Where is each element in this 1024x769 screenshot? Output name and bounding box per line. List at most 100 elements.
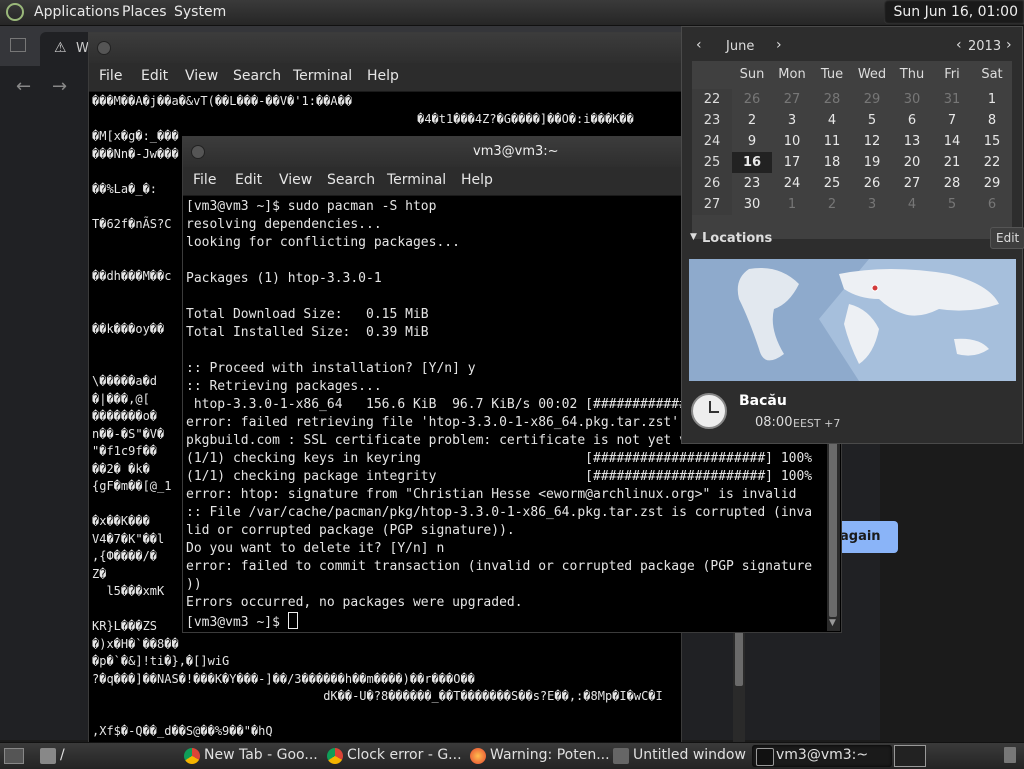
calendar-day[interactable]: 22 (972, 155, 1012, 170)
menu-help[interactable]: Help (367, 68, 399, 84)
calendar-day[interactable]: 2 (812, 197, 852, 212)
menu-help[interactable]: Help (461, 172, 493, 188)
weekday-label: Thu (899, 67, 925, 82)
menu-file[interactable]: File (193, 172, 216, 188)
window-menu-icon[interactable] (97, 41, 111, 55)
analog-clock-icon (691, 393, 727, 429)
calendar-day[interactable]: 1 (772, 197, 812, 212)
calendar-day[interactable]: 28 (812, 92, 852, 107)
menu-terminal[interactable]: Terminal (293, 68, 352, 84)
calendar-day[interactable]: 18 (812, 155, 852, 170)
scroll-down-icon[interactable]: ▼ (829, 618, 836, 628)
trash-icon[interactable] (1004, 747, 1016, 763)
calendar-day[interactable]: 1 (972, 92, 1012, 107)
calendar-day[interactable]: 16 (732, 152, 772, 173)
scroll-thumb[interactable] (735, 630, 743, 686)
calendar-day[interactable]: 12 (852, 134, 892, 149)
calendar-day[interactable]: 9 (732, 134, 772, 149)
calendar-day[interactable]: 6 (892, 113, 932, 128)
next-month-icon[interactable]: › (776, 37, 782, 53)
calendar-day[interactable]: 3 (852, 197, 892, 212)
back-terminal-titlebar[interactable] (89, 33, 681, 63)
prev-year-icon[interactable]: ‹ (956, 37, 962, 53)
world-map[interactable] (689, 259, 1016, 381)
calendar-day[interactable]: 4 (892, 197, 932, 212)
calendar-day[interactable]: 30 (732, 197, 772, 212)
locations-header: ▼ Locations Edit (688, 227, 1024, 251)
calendar-day[interactable]: 10 (772, 134, 812, 149)
task-item-chrome-clock[interactable]: Clock error - G... (323, 745, 463, 767)
prev-month-icon[interactable]: ‹ (696, 37, 702, 53)
calendar-day[interactable]: 19 (852, 155, 892, 170)
week-number: 26 (692, 173, 732, 194)
next-year-icon[interactable]: › (1006, 37, 1012, 53)
edit-button[interactable]: Edit (990, 227, 1024, 249)
back-terminal-scrollbar[interactable] (733, 630, 745, 742)
menu-view[interactable]: View (279, 172, 312, 188)
calendar-grid: 22 26 27 28 29 30 31 1 23 2 3 4 5 6 7 8 24 9 10 11 12 13 14 15 2… (692, 89, 1012, 215)
calendar-day[interactable]: 25 (812, 176, 852, 191)
calendar-day[interactable]: 4 (812, 113, 852, 128)
calendar-day[interactable]: 27 (772, 92, 812, 107)
calendar-day[interactable]: 26 (732, 92, 772, 107)
calendar-day[interactable]: 17 (772, 155, 812, 170)
menu-edit[interactable]: Edit (141, 68, 168, 84)
calendar-day[interactable]: 5 (852, 113, 892, 128)
terminal-line: Errors occurred, no packages were upgrad… (186, 595, 523, 610)
task-item-files[interactable]: / (36, 745, 176, 767)
calendar-day[interactable]: 8 (972, 113, 1012, 128)
calendar-day[interactable]: 5 (932, 197, 972, 212)
clock-button[interactable]: Sun Jun 16, 01:00 (884, 0, 1024, 24)
expand-triangle-icon[interactable]: ▼ (690, 232, 697, 242)
places-menu[interactable]: Places (122, 4, 167, 20)
menu-file[interactable]: File (99, 68, 122, 84)
menu-edit[interactable]: Edit (235, 172, 262, 188)
calendar-day[interactable]: 6 (972, 197, 1012, 212)
calendar-day[interactable]: 7 (932, 113, 972, 128)
calendar-day[interactable]: 24 (772, 176, 812, 191)
show-desktop-icon[interactable] (4, 748, 24, 764)
weekday-label: Tue (820, 67, 844, 82)
applications-menu[interactable]: Applications (34, 4, 120, 20)
calendar-day[interactable]: 27 (892, 176, 932, 191)
calendar-day[interactable]: 29 (852, 92, 892, 107)
tab-title: W (76, 41, 89, 56)
week-number: 25 (692, 152, 732, 173)
distro-logo-icon[interactable] (6, 3, 24, 21)
workspace-switcher-icon[interactable] (894, 745, 926, 767)
calendar-day[interactable]: 11 (812, 134, 852, 149)
weekday-header: Sun Mon Tue Wed Thu Fri Sat (732, 67, 1012, 85)
task-label: vm3@vm3:~ (776, 747, 869, 763)
task-item-terminal[interactable]: vm3@vm3:~ (752, 745, 892, 767)
task-item-chrome-newtab[interactable]: New Tab - Goo... (180, 745, 320, 767)
menu-view[interactable]: View (185, 68, 218, 84)
menu-terminal[interactable]: Terminal (387, 172, 446, 188)
terminal-line: error: htop: signature from "Christian H… (186, 487, 797, 502)
calendar-day[interactable]: 26 (852, 176, 892, 191)
calendar-day[interactable]: 28 (932, 176, 972, 191)
system-menu[interactable]: System (174, 4, 226, 20)
calendar-day[interactable]: 23 (732, 176, 772, 191)
back-arrow-icon[interactable]: ← (16, 76, 31, 97)
calendar-day[interactable]: 2 (732, 113, 772, 128)
tab-search-icon[interactable] (10, 38, 26, 52)
calendar-day[interactable]: 15 (972, 134, 1012, 149)
calendar-day[interactable]: 3 (772, 113, 812, 128)
location-item[interactable]: Bacău 08:00 EEST +7 (689, 387, 1016, 437)
menu-search[interactable]: Search (233, 68, 281, 84)
terminal-line: (1/1) checking package integrity [######… (186, 469, 813, 484)
calendar-day[interactable]: 21 (932, 155, 972, 170)
task-item-untitled[interactable]: Untitled window (609, 745, 749, 767)
weekday-label: Sat (981, 67, 1003, 82)
calendar-day[interactable]: 13 (892, 134, 932, 149)
menu-search[interactable]: Search (327, 172, 375, 188)
task-item-firefox[interactable]: Warning: Poten... (466, 745, 610, 767)
calendar-day[interactable]: 30 (892, 92, 932, 107)
window-menu-icon[interactable] (191, 145, 205, 159)
calendar-day[interactable]: 14 (932, 134, 972, 149)
calendar-day[interactable]: 20 (892, 155, 932, 170)
calendar-day[interactable]: 29 (972, 176, 1012, 191)
forward-arrow-icon[interactable]: → (52, 76, 67, 97)
week-number: 27 (692, 194, 732, 215)
calendar-day[interactable]: 31 (932, 92, 972, 107)
